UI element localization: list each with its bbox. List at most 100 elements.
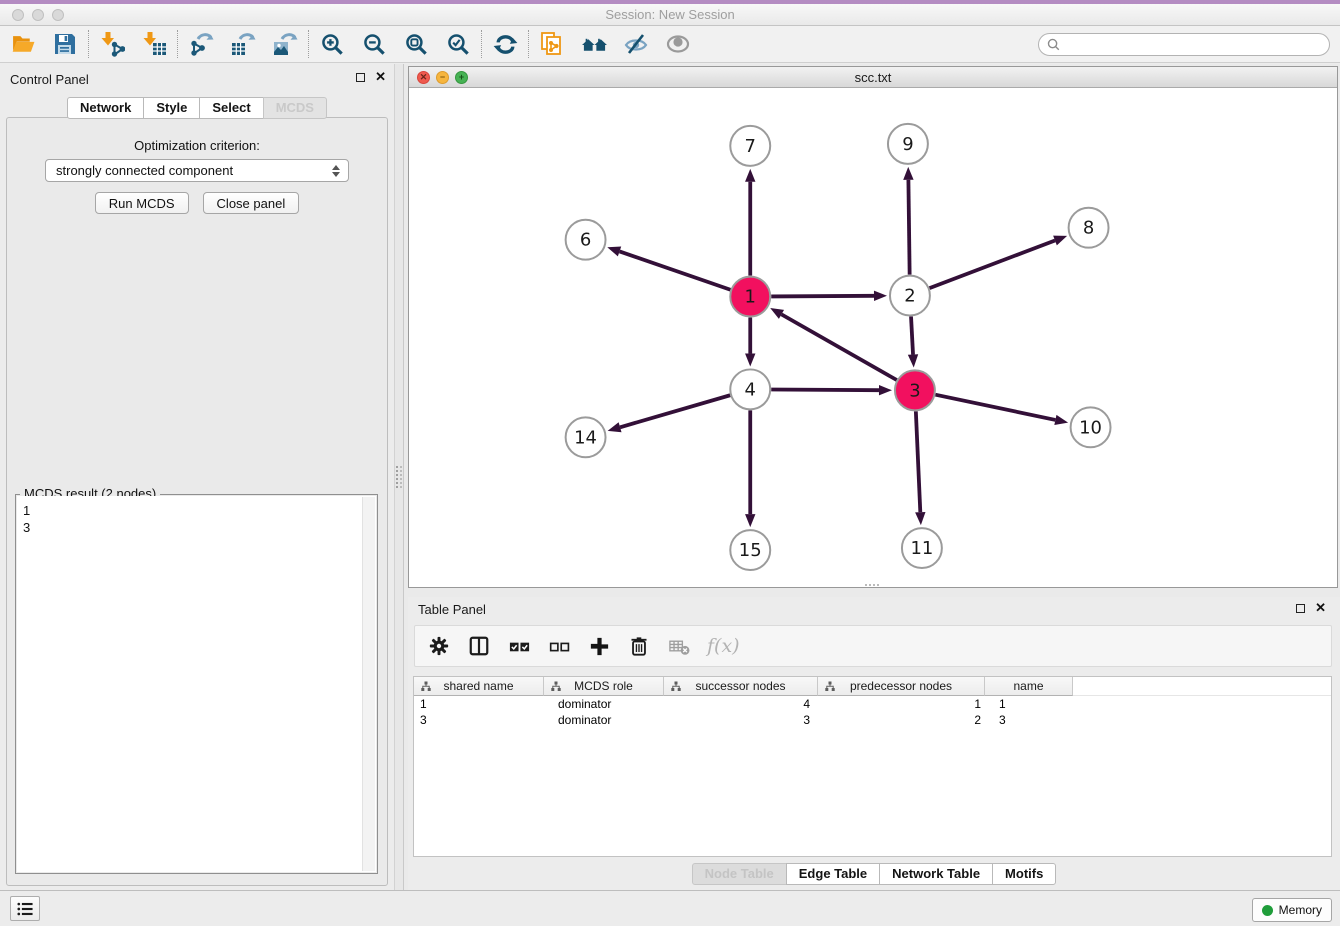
edge-1-2[interactable]: [771, 291, 887, 301]
task-history-button[interactable]: [10, 896, 40, 921]
zoom-in-button[interactable]: [311, 27, 353, 61]
memory-button[interactable]: Memory: [1252, 898, 1332, 922]
first-neighbors-button[interactable]: [573, 27, 615, 61]
float-panel-icon[interactable]: [356, 73, 365, 82]
graph-node-2[interactable]: 2: [890, 276, 930, 316]
graph-node-14[interactable]: 14: [566, 417, 606, 457]
show-hide-style-button[interactable]: [615, 27, 657, 61]
table-mode-gear-button[interactable]: [427, 634, 451, 658]
table-tab-network-table[interactable]: Network Table: [879, 863, 993, 885]
export-image-button[interactable]: [264, 27, 306, 61]
unselect-all-button[interactable]: [547, 634, 571, 658]
graph-node-11[interactable]: 11: [902, 528, 942, 568]
cell-shared-name[interactable]: 3: [414, 713, 544, 727]
edge-2-3[interactable]: [908, 317, 918, 368]
graph-node-6[interactable]: 6: [566, 220, 606, 260]
network-minimize-button[interactable]: −: [436, 71, 449, 84]
table-tab-motifs[interactable]: Motifs: [992, 863, 1056, 885]
column-header-shared-name[interactable]: shared name: [414, 677, 544, 696]
table-tab-edge-table[interactable]: Edge Table: [786, 863, 880, 885]
zoom-fit-button[interactable]: [395, 27, 437, 61]
graph-node-7[interactable]: 7: [730, 126, 770, 166]
column-header-predecessor-nodes[interactable]: predecessor nodes: [818, 677, 985, 696]
graph-node-3[interactable]: 3: [895, 370, 935, 410]
result-scrollbar[interactable]: [362, 497, 375, 871]
column-header-mcds-role[interactable]: MCDS role: [544, 677, 664, 696]
import-table-button[interactable]: [133, 27, 175, 61]
tab-network[interactable]: Network: [67, 97, 144, 119]
cell-shared-name[interactable]: 1: [414, 697, 544, 711]
close-panel-icon[interactable]: ✕: [375, 72, 386, 82]
network-canvas[interactable]: 7 9 6 8 1 2 4 3 14 10 15 11: [409, 88, 1337, 587]
cell-name[interactable]: 3: [985, 713, 1073, 727]
tab-mcds[interactable]: MCDS: [263, 97, 327, 119]
splitter-handle[interactable]: [396, 466, 402, 488]
select-all-button[interactable]: [507, 634, 531, 658]
zoom-selected-button[interactable]: [437, 27, 479, 61]
cell-name[interactable]: 1: [985, 697, 1073, 711]
graph-node-9[interactable]: 9: [888, 124, 928, 164]
table-row[interactable]: 3dominator323: [414, 712, 1331, 728]
edge-1-4[interactable]: [745, 318, 755, 367]
cell-mcds-role[interactable]: dominator: [544, 713, 664, 727]
cell-successor-nodes[interactable]: 3: [664, 713, 818, 727]
open-session-button[interactable]: [2, 27, 44, 61]
graph-node-15[interactable]: 15: [730, 530, 770, 570]
close-table-panel-icon[interactable]: ✕: [1315, 603, 1326, 613]
optimization-dropdown[interactable]: strongly connected component: [45, 159, 349, 182]
cell-predecessor-nodes[interactable]: 2: [818, 713, 985, 727]
column-header-name[interactable]: name: [985, 677, 1073, 696]
column-header-successor-nodes[interactable]: successor nodes: [664, 677, 818, 696]
mcds-result-list[interactable]: 13: [17, 496, 376, 536]
tab-select[interactable]: Select: [199, 97, 263, 119]
edge-2-8[interactable]: [930, 236, 1068, 289]
save-session-button[interactable]: [44, 27, 86, 61]
panel-splitter[interactable]: [394, 64, 404, 890]
eye-icon: [665, 31, 691, 57]
table-row[interactable]: 1dominator411: [414, 696, 1331, 712]
search-input[interactable]: [1065, 36, 1321, 52]
graph-node-8[interactable]: 8: [1069, 208, 1109, 248]
toolbar-separator: [308, 30, 309, 58]
run-mcds-button[interactable]: Run MCDS: [95, 192, 189, 214]
edge-2-9[interactable]: [903, 167, 913, 275]
cell-mcds-role[interactable]: dominator: [544, 697, 664, 711]
close-panel-button[interactable]: Close panel: [203, 192, 300, 214]
edge-1-6[interactable]: [607, 247, 730, 290]
table-tab-node-table[interactable]: Node Table: [692, 863, 787, 885]
show-columns-button[interactable]: [467, 634, 491, 658]
search-box[interactable]: [1038, 33, 1330, 56]
frame-resize-handle[interactable]: [865, 584, 879, 587]
edge-3-10[interactable]: [935, 395, 1068, 425]
refresh-button[interactable]: [484, 27, 526, 61]
edge-4-3[interactable]: [771, 385, 892, 395]
zoom-window-button[interactable]: [52, 9, 64, 21]
graph-node-10[interactable]: 10: [1071, 407, 1111, 447]
edge-3-11[interactable]: [915, 411, 925, 525]
minimize-window-button[interactable]: [32, 9, 44, 21]
export-table-button[interactable]: [222, 27, 264, 61]
cell-predecessor-nodes[interactable]: 1: [818, 697, 985, 711]
cell-successor-nodes[interactable]: 4: [664, 697, 818, 711]
graph-node-1[interactable]: 1: [730, 277, 770, 317]
edge-1-7[interactable]: [745, 169, 755, 276]
close-window-button[interactable]: [12, 9, 24, 21]
tab-style[interactable]: Style: [143, 97, 200, 119]
edge-4-15[interactable]: [745, 410, 755, 527]
node-label: 10: [1079, 417, 1102, 438]
edge-3-1[interactable]: [770, 308, 897, 380]
add-column-button[interactable]: [587, 634, 611, 658]
zoom-out-button[interactable]: [353, 27, 395, 61]
preview-button[interactable]: [657, 27, 699, 61]
network-zoom-button[interactable]: +: [455, 71, 468, 84]
edge-4-14[interactable]: [608, 395, 731, 432]
network-close-button[interactable]: ✕: [417, 71, 430, 84]
network-graph[interactable]: 7 9 6 8 1 2 4 3 14 10 15 11: [409, 88, 1337, 587]
float-table-panel-icon[interactable]: [1296, 604, 1305, 613]
export-network-button[interactable]: [180, 27, 222, 61]
graph-node-4[interactable]: 4: [730, 369, 770, 409]
import-network-button[interactable]: [91, 27, 133, 61]
clone-network-button[interactable]: [531, 27, 573, 61]
delete-rows-button[interactable]: [627, 634, 651, 658]
network-window-titlebar[interactable]: ✕ − + scc.txt: [409, 67, 1337, 88]
